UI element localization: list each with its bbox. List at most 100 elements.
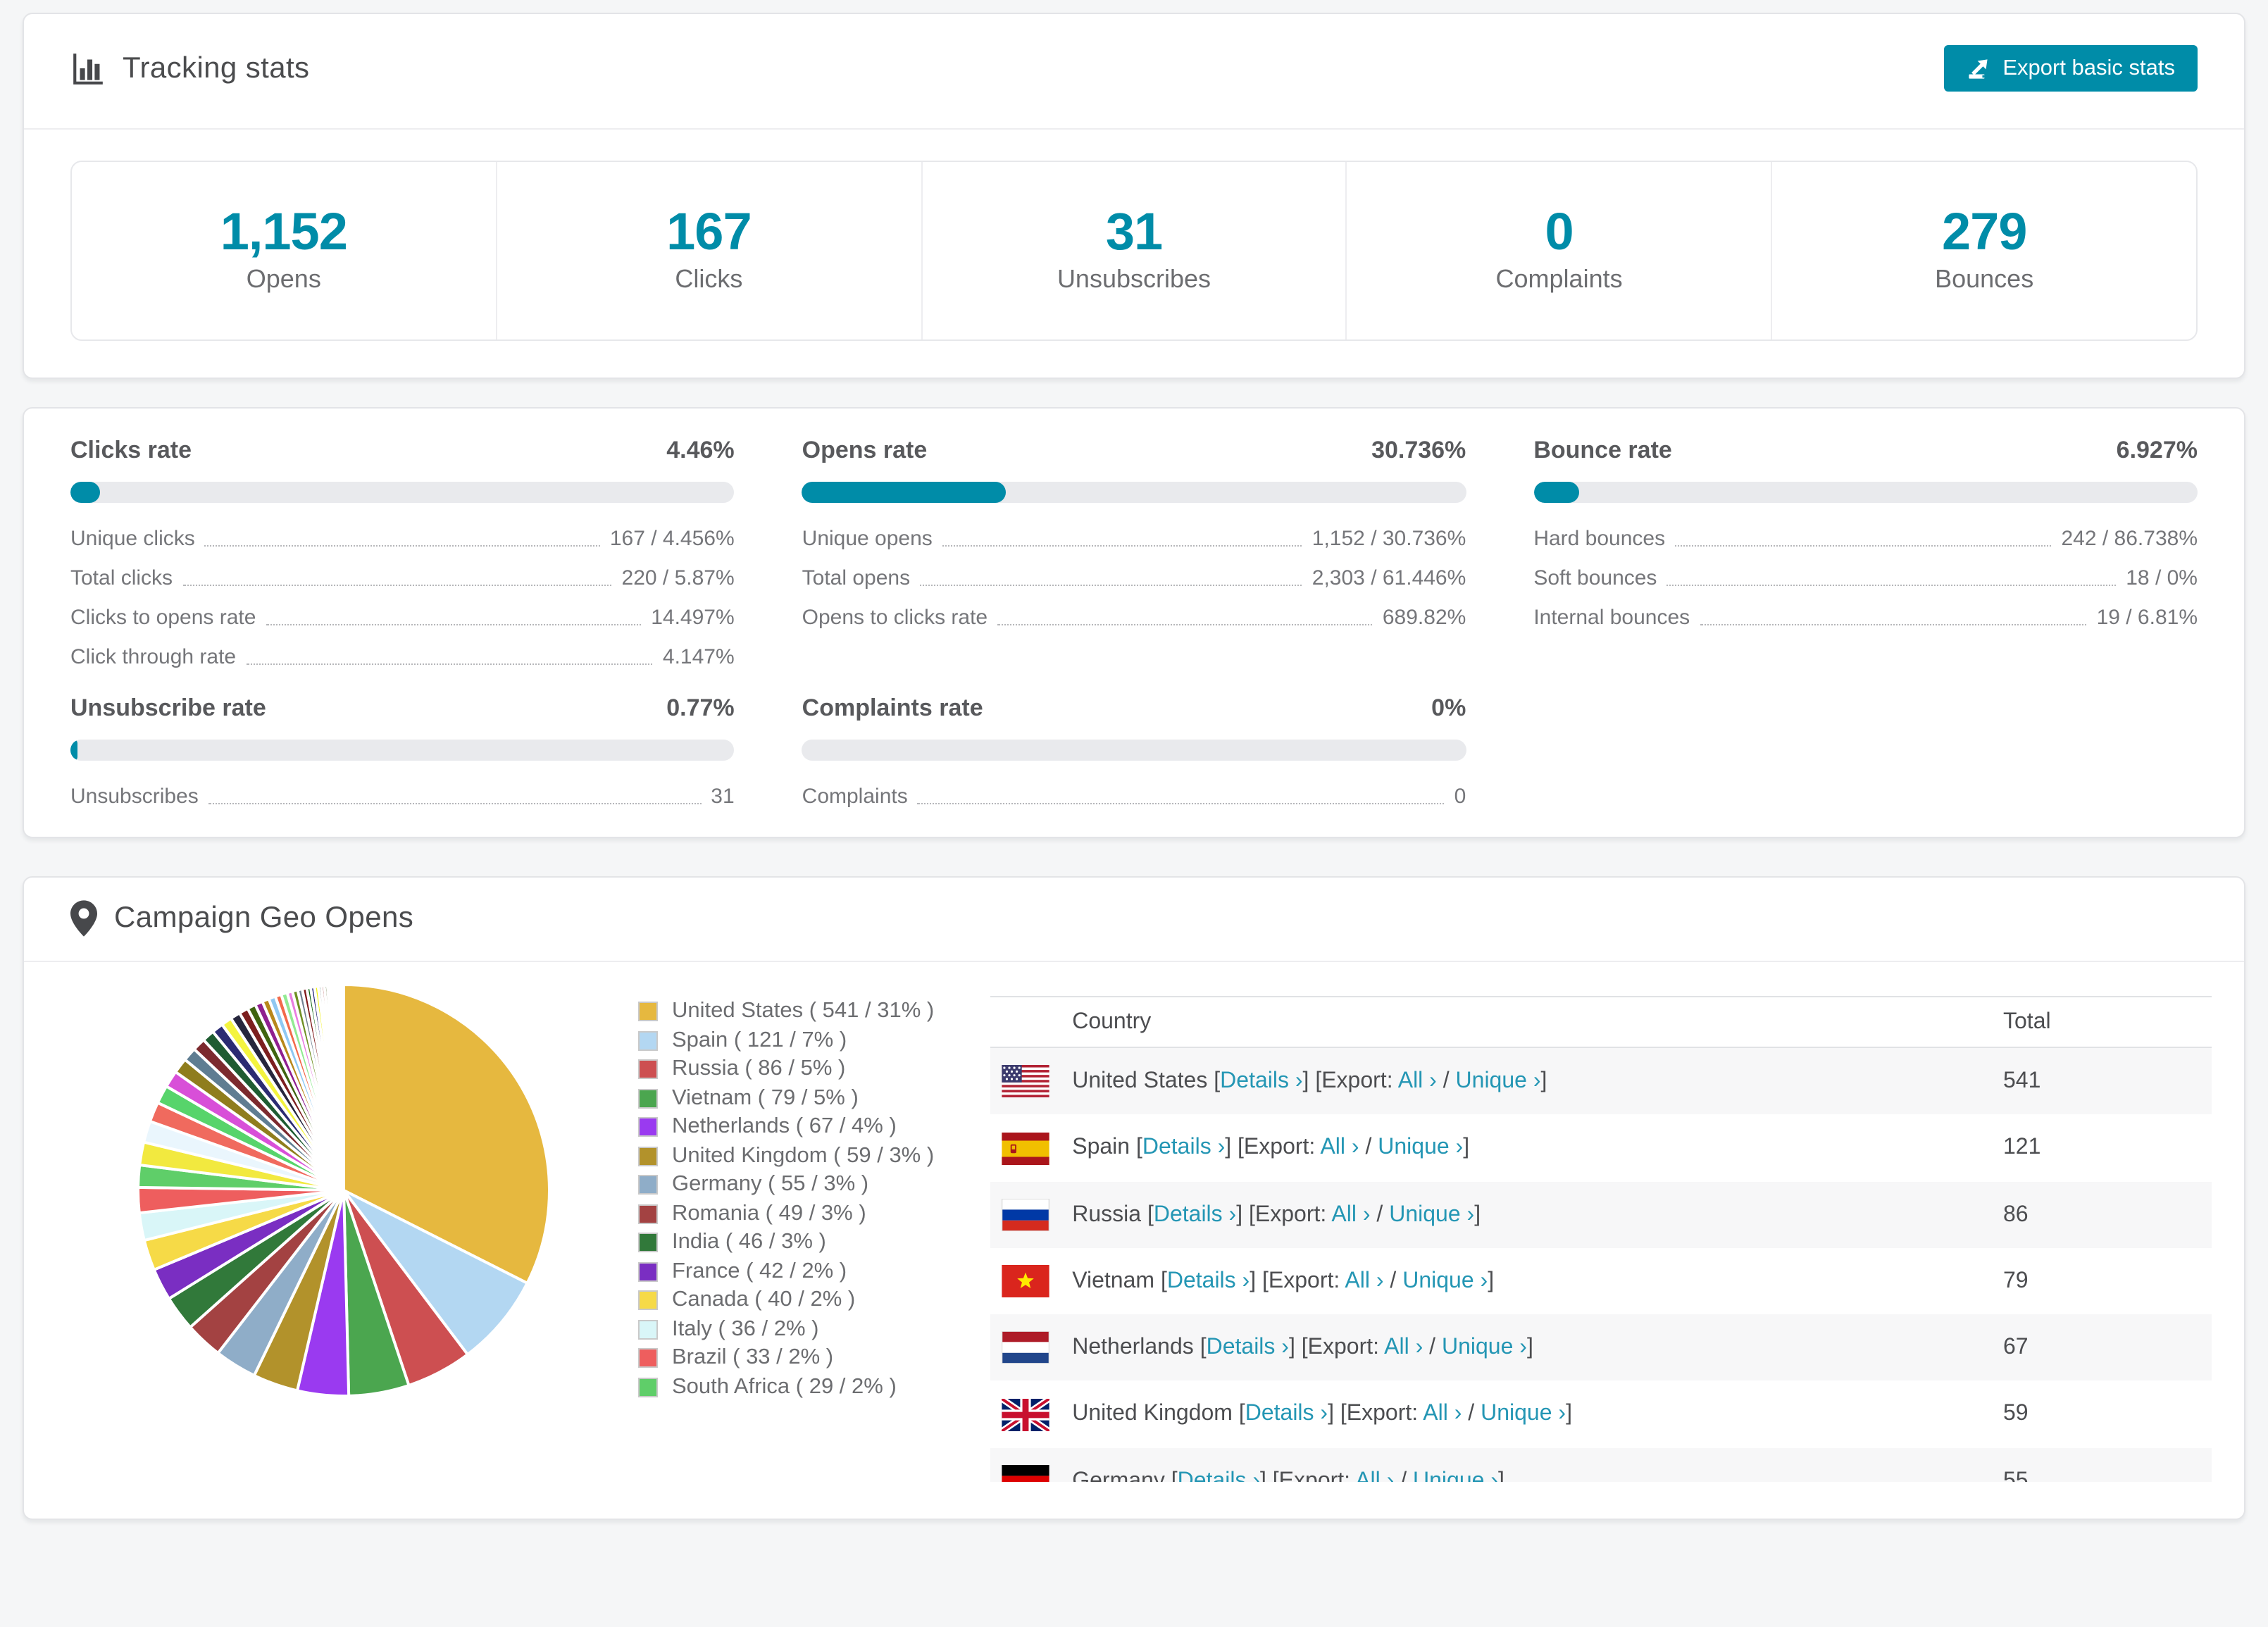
country-total: 121 (2003, 1135, 2041, 1160)
detail-label: Total clicks (70, 566, 173, 590)
detail-value: 0 (1454, 785, 1466, 809)
slash: / (1370, 1202, 1390, 1227)
legend-swatch-icon (638, 1348, 658, 1369)
export-unique-link[interactable]: Unique › (1402, 1269, 1488, 1293)
rate-head: Opens rate 30.736% (802, 437, 1466, 465)
legend-swatch-icon (638, 1175, 658, 1195)
export-all-link[interactable]: All › (1331, 1202, 1370, 1226)
progress-track (802, 740, 1466, 761)
dotted-leader (1675, 545, 2052, 547)
details-link[interactable]: Details › (1178, 1469, 1260, 1482)
legend-label: Italy ( 36 / 2% ) (672, 1316, 819, 1341)
stat-label: Clicks (675, 265, 743, 293)
export-all-link[interactable]: All › (1423, 1402, 1462, 1426)
tracking-stats-body: 1,152 Opens 167 Clicks 31 Unsubscribes 0… (24, 130, 2244, 378)
rate-title: Unsubscribe rate (70, 694, 266, 721)
country-total: 79 (2003, 1268, 2029, 1293)
rate-value: 0% (1431, 694, 1466, 721)
table-row-ru: Russia [Details ›] [Export: All › / Uniq… (990, 1181, 2212, 1248)
export-all-link[interactable]: All › (1384, 1335, 1423, 1359)
export-unique-link[interactable]: Unique › (1442, 1335, 1527, 1359)
table-row-es: Spain [Details ›] [Export: All › / Uniqu… (990, 1115, 2212, 1182)
bracket: ] (1526, 1335, 1533, 1360)
page-title: Tracking stats (123, 51, 310, 84)
country-name: Netherlands (1072, 1335, 1194, 1360)
legend-item: Brazil ( 33 / 2% ) (638, 1344, 934, 1373)
legend-item: South Africa ( 29 / 2% ) (638, 1373, 934, 1402)
bracket: ] (1540, 1069, 1547, 1093)
bracket: ] (1497, 1469, 1504, 1482)
stat-label: Complaints (1495, 265, 1623, 293)
bracket: [ (1147, 1202, 1154, 1227)
slash: / (1423, 1335, 1442, 1360)
export-all-link[interactable]: All › (1345, 1269, 1383, 1293)
rate-head: Unsubscribe rate 0.77% (70, 694, 735, 723)
legend-label: Brazil ( 33 / 2% ) (672, 1345, 834, 1370)
legend-item: United Kingdom ( 59 / 3% ) (638, 1142, 934, 1171)
export-unique-link[interactable]: Unique › (1481, 1402, 1566, 1426)
table-row-de: Germany [Details ›] [Export: All › / Uni… (990, 1447, 2212, 1482)
details-link[interactable]: Details › (1245, 1402, 1328, 1426)
export-unique-link[interactable]: Unique › (1378, 1136, 1463, 1160)
progress-track (1533, 482, 2198, 503)
geo-pie-chart (136, 983, 551, 1397)
geo-content: United States ( 541 / 31% ) Spain ( 121 … (24, 962, 2244, 1482)
geo-opens-card: Campaign Geo Opens United States ( 541 /… (23, 876, 2245, 1520)
export-all-link[interactable]: All › (1398, 1069, 1437, 1093)
stat-card-clicks: 167 Clicks (495, 162, 921, 339)
details-link[interactable]: Details › (1154, 1202, 1236, 1226)
export-unique-link[interactable]: Unique › (1389, 1202, 1474, 1226)
flag-es-icon (1002, 1132, 1049, 1165)
legend-item: Romania ( 49 / 3% ) (638, 1199, 934, 1228)
details-link[interactable]: Details › (1142, 1136, 1225, 1160)
geo-legend: United States ( 541 / 31% ) Spain ( 121 … (638, 997, 934, 1482)
country-total: 67 (2003, 1335, 2029, 1360)
rate-block-clicks: Clicks rate 4.46% Unique clicks 167 / 4.… (70, 437, 735, 669)
legend-label: United Kingdom ( 59 / 3% ) (672, 1143, 935, 1168)
country-name: Spain (1072, 1135, 1130, 1160)
detail-value: 14.497% (651, 606, 735, 630)
bracket: ] [Export: (1302, 1069, 1398, 1093)
column-header-total: Total (2003, 996, 2212, 1048)
slash: / (1383, 1268, 1403, 1293)
export-all-link[interactable]: All › (1320, 1136, 1359, 1160)
progress-track (70, 482, 735, 503)
detail-value: 31 (711, 785, 735, 809)
dotted-leader (1700, 624, 2087, 625)
export-unique-link[interactable]: Unique › (1456, 1069, 1541, 1093)
export-unique-link[interactable]: Unique › (1413, 1469, 1498, 1482)
bracket: ] [Export: (1250, 1268, 1345, 1293)
detail-row: Soft bounces 18 / 0% (1533, 566, 2198, 590)
stat-value: 31 (1105, 203, 1163, 261)
details-link[interactable]: Details › (1220, 1069, 1302, 1093)
bracket: ] [Export: (1260, 1469, 1356, 1482)
detail-value: 18 / 0% (2126, 566, 2198, 590)
export-all-link[interactable]: All › (1355, 1469, 1394, 1482)
tracking-stats-card: Tracking stats Export basic stats 1,152 … (23, 13, 2245, 379)
dotted-leader (208, 803, 702, 804)
detail-value: 4.147% (662, 645, 735, 669)
export-button-label: Export basic stats (2002, 56, 2175, 80)
tracking-stats-header: Tracking stats Export basic stats (24, 14, 2244, 128)
bracket: [ (1171, 1469, 1178, 1482)
details-link[interactable]: Details › (1207, 1335, 1289, 1359)
bracket: [ (1238, 1402, 1245, 1426)
legend-label: Russia ( 86 / 5% ) (672, 1056, 846, 1081)
bracket: ] [Export: (1328, 1402, 1423, 1426)
bar-chart-icon (70, 51, 106, 86)
flag-gb-icon (1002, 1398, 1050, 1431)
export-basic-stats-button[interactable]: Export basic stats (1943, 45, 2198, 92)
details-link[interactable]: Details › (1167, 1269, 1250, 1293)
rate-details: Hard bounces 242 / 86.738% Soft bounces … (1533, 527, 2198, 630)
dotted-leader (942, 545, 1302, 547)
detail-label: Unique opens (802, 527, 933, 551)
dotted-leader (997, 624, 1373, 625)
legend-item: Canada ( 40 / 2% ) (638, 1286, 934, 1315)
stat-card-opens: 1,152 Opens (72, 162, 496, 339)
legend-swatch-icon (638, 1261, 658, 1282)
legend-swatch-icon (638, 1030, 658, 1051)
dotted-leader (246, 663, 653, 665)
rate-value: 30.736% (1371, 437, 1466, 463)
legend-item: United States ( 541 / 31% ) (638, 997, 934, 1026)
legend-swatch-icon (638, 1146, 658, 1166)
